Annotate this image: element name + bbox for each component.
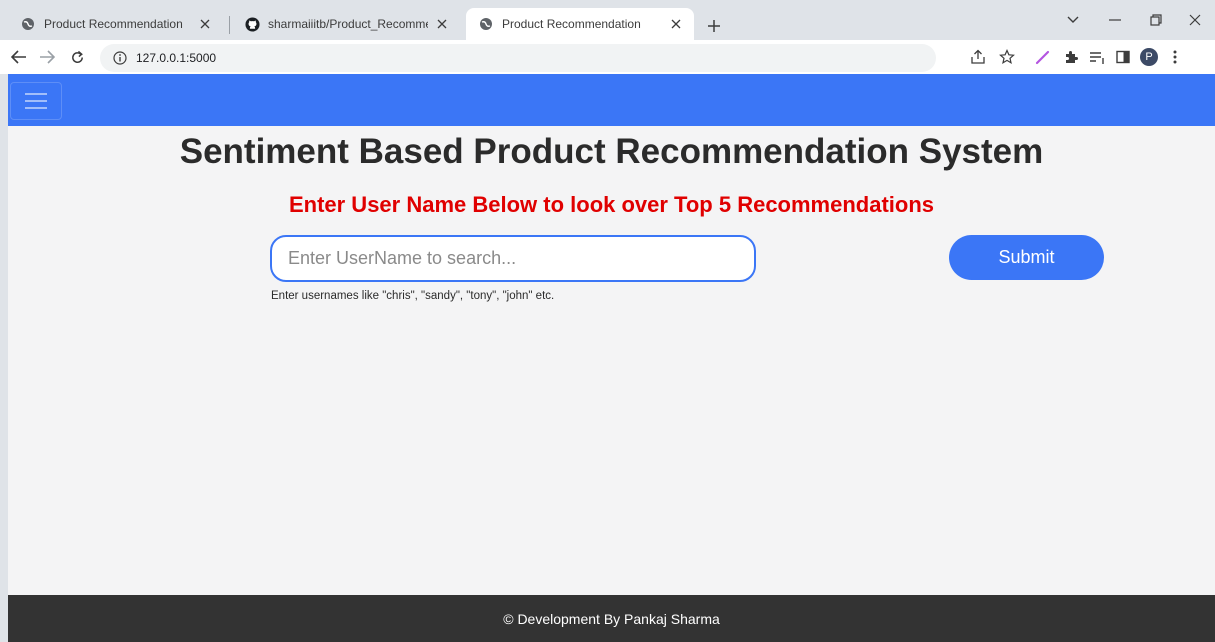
submit-button[interactable]: Submit: [949, 235, 1104, 280]
reading-list-icon: [1090, 52, 1104, 64]
tab-title: sharmaiiitb/Product_Recommendation: [268, 17, 428, 31]
hamburger-icon: [25, 93, 47, 109]
close-tab-icon[interactable]: [434, 16, 450, 32]
info-icon[interactable]: [112, 50, 128, 66]
globe-icon: [478, 16, 494, 32]
username-hint: Enter usernames like "chris", "sandy", "…: [271, 290, 555, 302]
close-icon: [1189, 14, 1201, 26]
tab-search-button[interactable]: [1053, 8, 1093, 32]
footer-text: © Development By Pankaj Sharma: [503, 610, 720, 627]
kebab-menu-icon: [1173, 50, 1177, 64]
side-panel-icon: [1116, 50, 1130, 64]
puzzle-icon: [1066, 51, 1078, 63]
browser-menu-button[interactable]: [1165, 47, 1185, 67]
tab-product-recommendation-active[interactable]: Product Recommendation: [466, 8, 694, 40]
browser-toolbar: 127.0.0.1:5000 P: [0, 40, 1215, 74]
page-viewport: Sentiment Based Product Recommendation S…: [8, 74, 1215, 642]
navbar-toggle-button[interactable]: [10, 82, 62, 120]
forward-button[interactable]: [36, 46, 58, 68]
tab-title: Product Recommendation: [502, 17, 641, 31]
pen-extension-icon: [1035, 50, 1050, 65]
side-panel-button[interactable]: [1113, 47, 1133, 67]
star-icon: [999, 49, 1015, 65]
url-text: 127.0.0.1:5000: [136, 51, 217, 65]
tab-separator: [229, 16, 230, 34]
bookmark-button[interactable]: [997, 47, 1017, 67]
minimize-button[interactable]: [1095, 8, 1135, 32]
top-navbar: [8, 74, 1215, 126]
page-subtitle: Enter User Name Below to look over Top 5…: [288, 192, 935, 217]
new-tab-button[interactable]: [702, 14, 726, 38]
profile-button[interactable]: P: [1139, 47, 1159, 67]
chevron-down-icon: [1067, 16, 1079, 23]
tab-product-recommendation-1[interactable]: Product Recommendation: [8, 8, 223, 40]
username-search-input[interactable]: [270, 235, 756, 282]
minimize-icon: [1109, 19, 1121, 21]
restore-button[interactable]: [1136, 8, 1176, 32]
close-tab-icon[interactable]: [197, 16, 213, 32]
close-window-button[interactable]: [1175, 8, 1215, 32]
forward-arrow-icon: [40, 50, 55, 64]
browser-tab-strip: Product Recommendation sharmaiiitb/Produ…: [0, 0, 1215, 40]
back-button[interactable]: [8, 46, 30, 68]
extension-pen-button[interactable]: [1033, 47, 1053, 67]
close-tab-icon[interactable]: [668, 16, 684, 32]
footer: © Development By Pankaj Sharma: [8, 595, 1215, 642]
back-arrow-icon: [11, 50, 26, 64]
share-icon: [971, 49, 985, 64]
page-title: Sentiment Based Product Recommendation S…: [179, 132, 1044, 171]
share-button[interactable]: [968, 47, 988, 67]
tab-title: Product Recommendation: [44, 17, 183, 31]
reading-list-button[interactable]: [1087, 47, 1107, 67]
extensions-button[interactable]: [1061, 47, 1081, 67]
reload-button[interactable]: [66, 46, 88, 68]
tab-github-repo[interactable]: sharmaiiitb/Product_Recommendation: [232, 8, 460, 40]
address-bar[interactable]: 127.0.0.1:5000: [100, 44, 936, 72]
globe-icon: [20, 16, 36, 32]
reload-icon: [71, 50, 83, 63]
github-icon: [244, 16, 260, 32]
avatar: P: [1140, 48, 1158, 66]
restore-icon: [1150, 14, 1162, 26]
plus-icon: [708, 20, 720, 32]
